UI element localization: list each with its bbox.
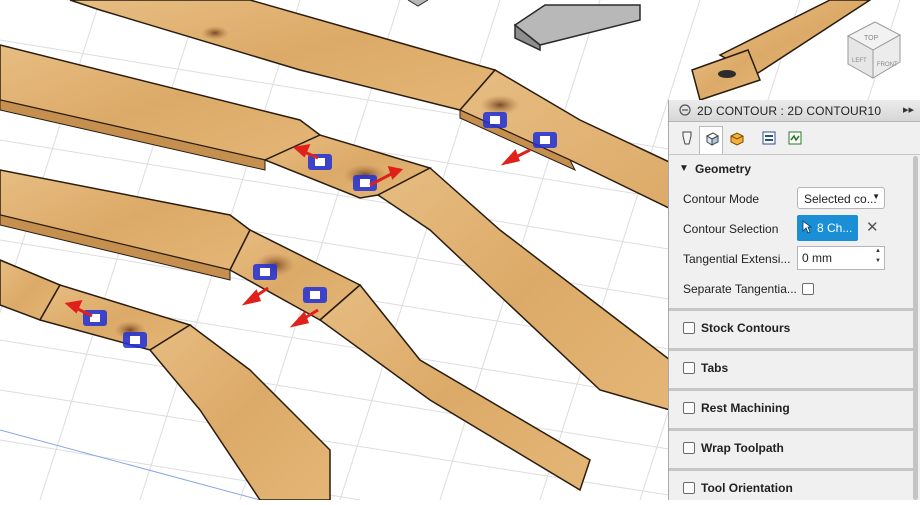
geometry-group-label: Geometry (695, 162, 752, 176)
rest-machining-section[interactable]: Rest Machining (669, 388, 913, 427)
geometry-group-header[interactable]: ▼ Geometry (669, 159, 913, 179)
tool-icon (682, 131, 692, 145)
separate-tangential-label: Separate Tangentia... (683, 282, 797, 296)
wood-part-top-right (691, 0, 872, 101)
tangential-extension-input[interactable]: 0 mm ▲ ▼ (797, 246, 885, 270)
triangle-down-icon: ▼ (679, 163, 689, 174)
dropdown-arrow-icon: ▼ (872, 192, 880, 201)
panel-content: ▼ Geometry Contour Mode Selected co... ▼… (669, 154, 913, 500)
tab-linking[interactable] (783, 126, 807, 150)
tabs-checkbox[interactable] (683, 362, 695, 374)
separate-tangential-checkbox[interactable] (802, 283, 814, 295)
tool-orientation-label: Tool Orientation (701, 481, 793, 495)
wrap-toolpath-label: Wrap Toolpath (701, 441, 784, 455)
spin-up-icon[interactable]: ▲ (873, 248, 883, 258)
panel-tabs (669, 122, 920, 155)
tab-geometry[interactable] (699, 126, 723, 154)
heights-icon (730, 132, 744, 146)
contour-mode-label: Contour Mode (683, 192, 760, 206)
rest-machining-checkbox[interactable] (683, 402, 695, 414)
tab-passes[interactable] (757, 126, 781, 150)
panel-titlebar[interactable]: 2D CONTOUR : 2D CONTOUR10 ▸▸ (669, 100, 920, 122)
contour-mode-value: Selected co... (804, 192, 877, 206)
tab-tool[interactable] (675, 126, 699, 150)
viewcube-top-label[interactable]: TOP (864, 35, 879, 42)
stock-contours-label: Stock Contours (701, 321, 791, 335)
contour-mode-dropdown[interactable]: Selected co... ▼ (797, 187, 885, 209)
panel-scrollbar[interactable] (913, 156, 918, 500)
wrap-toolpath-section[interactable]: Wrap Toolpath (669, 428, 913, 467)
spin-down-icon[interactable]: ▼ (873, 258, 883, 268)
tabs-label: Tabs (701, 361, 729, 375)
stock-contours-section[interactable]: Stock Contours (669, 308, 913, 347)
tabs-section[interactable]: Tabs (669, 348, 913, 387)
tab-heights[interactable] (725, 126, 749, 150)
wrap-toolpath-checkbox[interactable] (683, 442, 695, 454)
pin-icon[interactable] (679, 104, 691, 116)
tool-orientation-section[interactable]: Tool Orientation (669, 468, 913, 500)
tangential-extension-value: 0 mm (802, 251, 832, 265)
linking-icon (788, 131, 802, 145)
passes-icon (762, 131, 776, 145)
panel-title: 2D CONTOUR : 2D CONTOUR10 (697, 104, 882, 118)
contour-selection-button[interactable]: 8 Ch... (797, 215, 858, 241)
geometry-cube-icon (705, 132, 720, 146)
rest-machining-label: Rest Machining (701, 401, 790, 415)
tangential-extension-label: Tangential Extensi... (683, 252, 791, 266)
view-cube[interactable]: TOP LEFT FRONT (846, 21, 902, 79)
contour-selection-label: Contour Selection (683, 222, 779, 236)
stock-contours-checkbox[interactable] (683, 322, 695, 334)
viewcube-left-label[interactable]: LEFT (852, 58, 867, 64)
contour-dialog-panel: 2D CONTOUR : 2D CONTOUR10 ▸▸ ▼ Geometry … (668, 100, 920, 500)
cursor-arrow-icon (802, 220, 812, 234)
double-chevron-right-icon[interactable]: ▸▸ (903, 103, 914, 116)
contour-selection-value: 8 Ch... (817, 221, 853, 235)
gray-block (407, 0, 641, 52)
viewcube-front-label[interactable]: FRONT (877, 62, 898, 68)
clear-selection-icon[interactable]: ✕ (866, 218, 879, 236)
tool-orientation-checkbox[interactable] (683, 482, 695, 494)
